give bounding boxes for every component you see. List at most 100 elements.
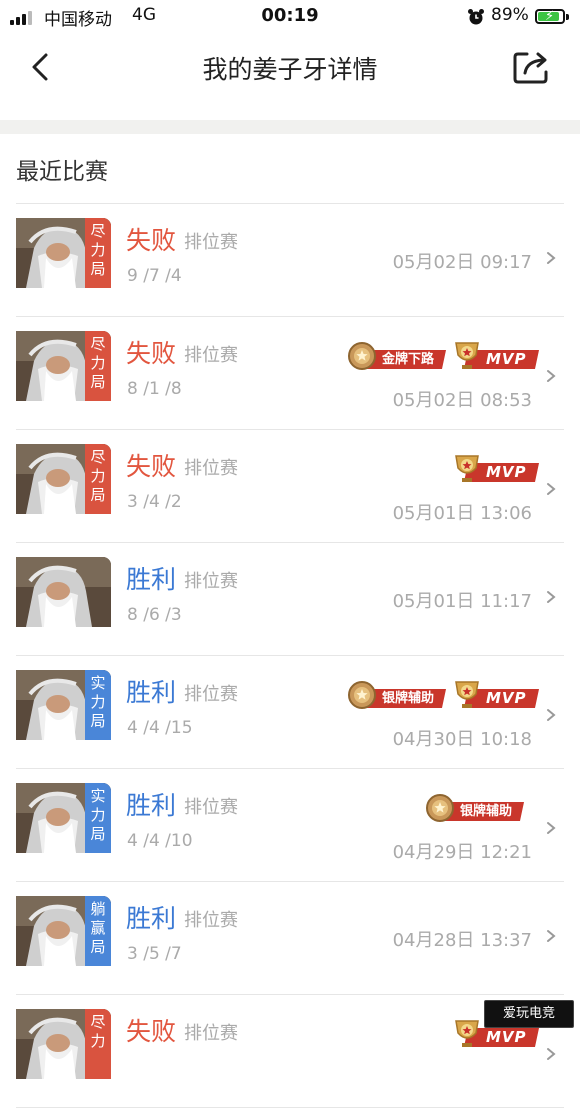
hero-avatar: 实力局 — [16, 783, 111, 853]
kda-stats: 4 /4 /15 — [127, 718, 193, 738]
badge-group: 银牌辅助 — [418, 791, 525, 827]
mode-tag-char: 局 — [90, 486, 106, 504]
badge-group: 金牌下路 MVP — [340, 339, 539, 375]
badge-label: MVP — [486, 1028, 527, 1046]
match-result: 失败 — [126, 339, 177, 368]
badge-label: MVP — [486, 689, 527, 707]
game-type: 排位赛 — [184, 232, 238, 253]
mode-tag-char: 力 — [90, 806, 106, 824]
mode-tag: 尽力局 — [85, 331, 111, 401]
chevron-right-icon — [547, 1048, 556, 1060]
chevron-right-icon — [547, 822, 556, 834]
match-result: 胜利 — [126, 678, 177, 707]
match-time: 04月28日 13:37 — [392, 930, 532, 951]
game-type: 排位赛 — [184, 684, 238, 705]
game-type: 排位赛 — [184, 345, 238, 366]
battery-percent: 89% — [491, 5, 529, 25]
match-row[interactable]: 躺赢局 胜利 排位赛 3 /5 /7 04月28日 13:37 — [16, 882, 564, 995]
mode-tag: 实力局 — [85, 670, 111, 740]
match-time: 04月30日 10:18 — [392, 729, 532, 750]
match-row[interactable]: 尽力 失败 排位赛 MVP — [16, 995, 564, 1108]
mvp-badge: MVP — [452, 678, 539, 714]
match-row[interactable]: 尽力局 失败 排位赛 3 /4 /2 MVP 05月01日 13:06 — [16, 430, 564, 543]
nav-bar: 我的姜子牙详情 — [0, 34, 580, 120]
kda-stats: 3 /5 /7 — [127, 944, 182, 964]
mode-tag-char: 尽 — [90, 1013, 106, 1031]
hero-avatar: 尽力局 — [16, 331, 111, 401]
match-list: 尽力局 失败 排位赛 9 /7 /4 05月02日 09:17 尽力局 失败 排… — [0, 204, 580, 1108]
section-title: 最近比赛 — [16, 159, 108, 185]
match-row[interactable]: 实力局 胜利 排位赛 4 /4 /10 银牌辅助 04月29日 12:21 — [16, 769, 564, 882]
mode-tag-char: 力 — [90, 693, 106, 711]
honor-badge: 银牌辅助 — [346, 678, 447, 714]
game-type: 排位赛 — [184, 910, 238, 931]
page-title: 我的姜子牙详情 — [202, 55, 378, 84]
match-result: 失败 — [126, 226, 177, 255]
status-bar: 中国移动 4G 00:19 89% ⚡ — [0, 0, 580, 34]
mode-tag: 躺赢局 — [85, 896, 111, 966]
badge-label: 银牌辅助 — [460, 804, 513, 819]
watermark-logo: 爱玩电竞 — [484, 1000, 574, 1028]
mode-tag-char: 局 — [90, 938, 106, 956]
battery-charging-icon: ⚡ — [535, 9, 569, 24]
mode-tag-char: 赢 — [90, 919, 106, 937]
game-type: 排位赛 — [184, 458, 238, 479]
hero-avatar: 躺赢局 — [16, 896, 111, 966]
mode-tag-char: 躺 — [90, 900, 106, 918]
match-time: 04月29日 12:21 — [392, 842, 532, 863]
match-row[interactable]: 实力局 胜利 排位赛 4 /4 /15 银牌辅助 MVP 04月30日 10:1… — [16, 656, 564, 769]
mode-tag-char: 局 — [90, 712, 106, 730]
match-time: 05月02日 08:53 — [392, 390, 532, 411]
match-result: 失败 — [126, 452, 177, 481]
mode-tag-char: 实 — [90, 787, 106, 805]
separator-band — [0, 120, 580, 134]
game-type: 排位赛 — [184, 1023, 238, 1044]
badge-group: MVP — [446, 452, 539, 488]
honor-badge: 银牌辅助 — [424, 791, 525, 827]
mode-tag-char: 实 — [90, 674, 106, 692]
match-time: 05月01日 11:17 — [392, 591, 532, 612]
match-time: 05月02日 09:17 — [392, 252, 532, 273]
mode-tag: 尽力局 — [85, 218, 111, 288]
watermark-text: 爱玩电竞 — [502, 1006, 555, 1021]
match-result: 胜利 — [126, 791, 177, 820]
chevron-right-icon — [547, 370, 556, 382]
badge-group: 银牌辅助 MVP — [340, 678, 539, 714]
honor-badge: 金牌下路 — [346, 339, 447, 375]
match-result: 失败 — [126, 1017, 177, 1046]
mode-tag-char: 力 — [90, 354, 106, 372]
match-result: 胜利 — [126, 904, 177, 933]
mode-tag-char: 力 — [90, 1032, 106, 1050]
mvp-badge: MVP — [452, 339, 539, 375]
match-row[interactable]: 尽力局 失败 排位赛 9 /7 /4 05月02日 09:17 — [16, 204, 564, 317]
badge-label: MVP — [486, 463, 527, 481]
kda-stats: 8 /1 /8 — [127, 379, 182, 399]
mode-tag-char: 局 — [90, 373, 106, 391]
hero-avatar: 尽力 — [16, 1009, 111, 1079]
match-row[interactable]: 尽力局 失败 排位赛 8 /1 /8 金牌下路 MVP 05月02日 08:53 — [16, 317, 564, 430]
mode-tag-char: 尽 — [90, 335, 106, 353]
chevron-right-icon — [547, 483, 556, 495]
mode-tag: 实力局 — [85, 783, 111, 853]
mode-tag-char: 尽 — [90, 222, 106, 240]
match-result: 胜利 — [126, 565, 177, 594]
badge-label: 金牌下路 — [382, 352, 435, 367]
hero-portrait — [16, 557, 111, 627]
hero-avatar — [16, 557, 111, 627]
mode-tag: 尽力局 — [85, 444, 111, 514]
mode-tag-char: 局 — [90, 260, 106, 278]
match-time: 05月01日 13:06 — [392, 503, 532, 524]
match-row[interactable]: 胜利 排位赛 8 /6 /3 05月01日 11:17 — [16, 543, 564, 656]
mode-tag-char: 局 — [90, 825, 106, 843]
chevron-right-icon — [547, 591, 556, 603]
hero-avatar: 实力局 — [16, 670, 111, 740]
kda-stats: 4 /4 /10 — [127, 831, 193, 851]
chevron-right-icon — [547, 252, 556, 264]
mvp-badge: MVP — [452, 452, 539, 488]
mode-tag-char: 力 — [90, 241, 106, 259]
share-icon[interactable] — [510, 46, 554, 86]
chevron-right-icon — [547, 709, 556, 721]
mode-tag: 尽力 — [85, 1009, 111, 1079]
game-type: 排位赛 — [184, 571, 238, 592]
alarm-icon — [468, 9, 484, 25]
